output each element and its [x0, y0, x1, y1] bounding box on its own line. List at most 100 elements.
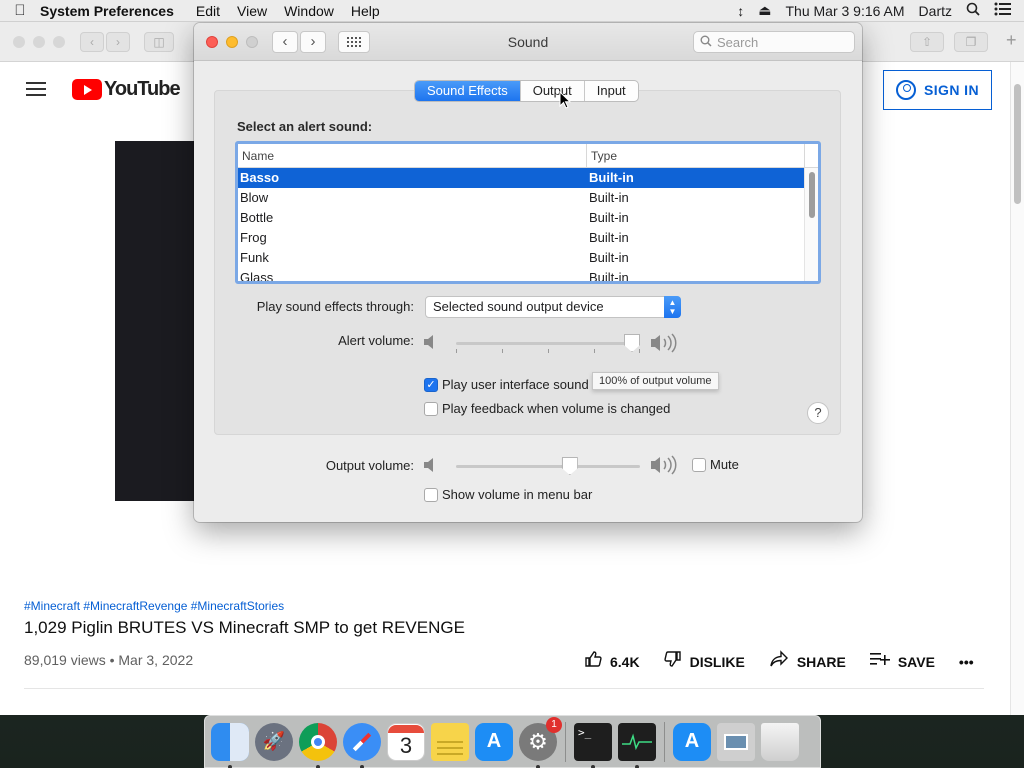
save-label: SAVE — [897, 653, 935, 670]
app-store-icon[interactable]: A — [475, 722, 513, 761]
row-type: Built-in — [589, 250, 629, 265]
row-type: Built-in — [589, 270, 629, 284]
finder-icon[interactable] — [211, 722, 249, 768]
browser-back-icon[interactable]: ‹ — [80, 32, 104, 52]
table-row[interactable]: Basso Built-in — [238, 168, 805, 188]
launchpad-icon[interactable]: 🚀 — [255, 722, 293, 761]
app-store-downloads-icon[interactable]: A — [673, 722, 711, 761]
menu-bar:  System Preferences Edit View Window He… — [0, 0, 1024, 22]
dock-separator — [565, 721, 566, 762]
like-button[interactable]: 6.4K — [584, 650, 640, 673]
safari-icon[interactable] — [343, 722, 381, 768]
save-button[interactable]: SAVE — [869, 651, 935, 672]
trash-icon[interactable] — [761, 722, 799, 761]
column-name-header[interactable]: Name — [238, 144, 587, 167]
browser-forward-icon[interactable]: › — [106, 32, 130, 52]
table-row[interactable]: Bottle Built-in — [238, 208, 818, 228]
mute-checkbox[interactable] — [692, 458, 706, 472]
feedback-checkbox[interactable] — [424, 402, 438, 416]
table-row[interactable]: Funk Built-in — [238, 248, 818, 268]
menu-edit[interactable]: Edit — [196, 3, 220, 19]
column-type-header[interactable]: Type — [587, 144, 805, 167]
notes-icon[interactable] — [431, 722, 469, 761]
table-scrollbar[interactable] — [804, 168, 818, 281]
help-button[interactable]: ? — [807, 402, 829, 424]
browser-sidebar-icon[interactable]: ◫ — [144, 32, 174, 52]
running-indicator — [316, 764, 320, 768]
eject-icon[interactable]: ⏏ — [758, 2, 771, 19]
terminal-icon[interactable]: >_ — [574, 722, 612, 768]
menu-bar-volume-label[interactable]: Show volume in menu bar — [442, 487, 592, 502]
youtube-logo-text: YouTube — [104, 78, 181, 100]
video-hashtags[interactable]: #Minecraft #MinecraftRevenge #MinecraftS… — [24, 599, 284, 613]
browser-share-icon[interactable]: ⇧ — [910, 32, 944, 52]
hamburger-menu-icon[interactable] — [26, 82, 46, 96]
control-list-icon[interactable] — [994, 2, 1012, 19]
table-row[interactable]: Glass Built-in — [238, 268, 818, 284]
speaker-low-icon — [423, 334, 437, 354]
menu-help[interactable]: Help — [351, 3, 380, 19]
divider — [24, 688, 984, 689]
window-titlebar[interactable]: ‹ › Sound Search — [194, 23, 862, 61]
table-row[interactable]: Frog Built-in — [238, 228, 818, 248]
output-device-popup[interactable]: Selected sound output device ▲ ▼ — [425, 296, 681, 318]
page-scrollbar[interactable] — [1010, 62, 1024, 715]
slider-knob[interactable] — [561, 457, 578, 475]
running-indicator — [536, 764, 540, 768]
row-name: Basso — [240, 170, 280, 185]
menu-bar-volume-checkbox[interactable] — [424, 488, 438, 502]
alert-volume-label: Alert volume: — [338, 333, 414, 348]
running-indicator — [591, 764, 595, 768]
sign-in-label: SIGN IN — [924, 82, 979, 98]
output-volume-slider[interactable] — [456, 456, 640, 476]
system-preferences-icon[interactable]: ⚙ 1 — [519, 716, 562, 768]
menu-user[interactable]: Dartz — [919, 3, 952, 19]
alert-sound-table[interactable]: Name Type Basso Built-in Blow Built-in B… — [235, 141, 821, 284]
calendar-icon[interactable]: 3 — [387, 722, 425, 761]
chrome-icon[interactable] — [299, 722, 337, 768]
youtube-logo[interactable]: YouTube — [72, 78, 181, 101]
search-field[interactable]: Search — [693, 31, 855, 53]
spotlight-search-icon[interactable] — [966, 2, 980, 19]
share-arrow-icon — [769, 650, 789, 673]
mute-label[interactable]: Mute — [710, 457, 739, 472]
more-actions-button[interactable]: ••• — [959, 654, 974, 670]
table-header: Name Type — [238, 144, 818, 168]
tab-input[interactable]: Input — [585, 81, 638, 101]
activity-monitor-icon[interactable] — [618, 722, 656, 768]
ui-sound-effects-checkbox[interactable]: ✓ — [424, 378, 438, 392]
menu-app-name[interactable]: System Preferences — [40, 3, 174, 19]
row-name: Frog — [240, 230, 267, 245]
updown-arrow-icon[interactable]: ↕ — [737, 3, 744, 19]
table-row[interactable]: Blow Built-in — [238, 188, 818, 208]
page-scrollbar-thumb[interactable] — [1014, 84, 1021, 204]
browser-zoom-light[interactable] — [53, 36, 65, 48]
browser-tabs-icon[interactable]: ❐ — [954, 32, 988, 52]
running-indicator — [360, 764, 364, 768]
row-type: Built-in — [589, 230, 629, 245]
browser-new-tab-icon[interactable]: + — [1006, 30, 1017, 51]
menu-clock[interactable]: Thu Mar 3 9:16 AM — [785, 3, 904, 19]
speaker-high-icon — [650, 333, 682, 357]
menu-view[interactable]: View — [237, 3, 267, 19]
table-scrollbar-thumb[interactable] — [809, 172, 815, 218]
sign-in-button[interactable]: SIGN IN — [883, 70, 992, 110]
youtube-play-icon — [72, 79, 102, 100]
menu-window[interactable]: Window — [284, 3, 334, 19]
tab-sound-effects[interactable]: Sound Effects — [415, 81, 521, 101]
slider-knob[interactable] — [624, 334, 640, 352]
apple-menu-icon[interactable]:  — [0, 2, 40, 19]
feedback-label[interactable]: Play feedback when volume is changed — [442, 401, 670, 416]
more-icon: ••• — [958, 653, 974, 670]
running-indicator — [635, 764, 639, 768]
dislike-button[interactable]: DISLIKE — [663, 650, 745, 673]
preview-icon[interactable] — [717, 722, 755, 761]
alert-volume-slider[interactable] — [456, 333, 640, 353]
video-player[interactable] — [115, 141, 195, 501]
speaker-high-icon — [650, 455, 682, 479]
share-button[interactable]: SHARE — [769, 650, 846, 673]
browser-minimize-light[interactable] — [33, 36, 45, 48]
tab-output[interactable]: Output — [521, 81, 585, 101]
row-name: Blow — [240, 190, 269, 205]
browser-close-light[interactable] — [13, 36, 25, 48]
